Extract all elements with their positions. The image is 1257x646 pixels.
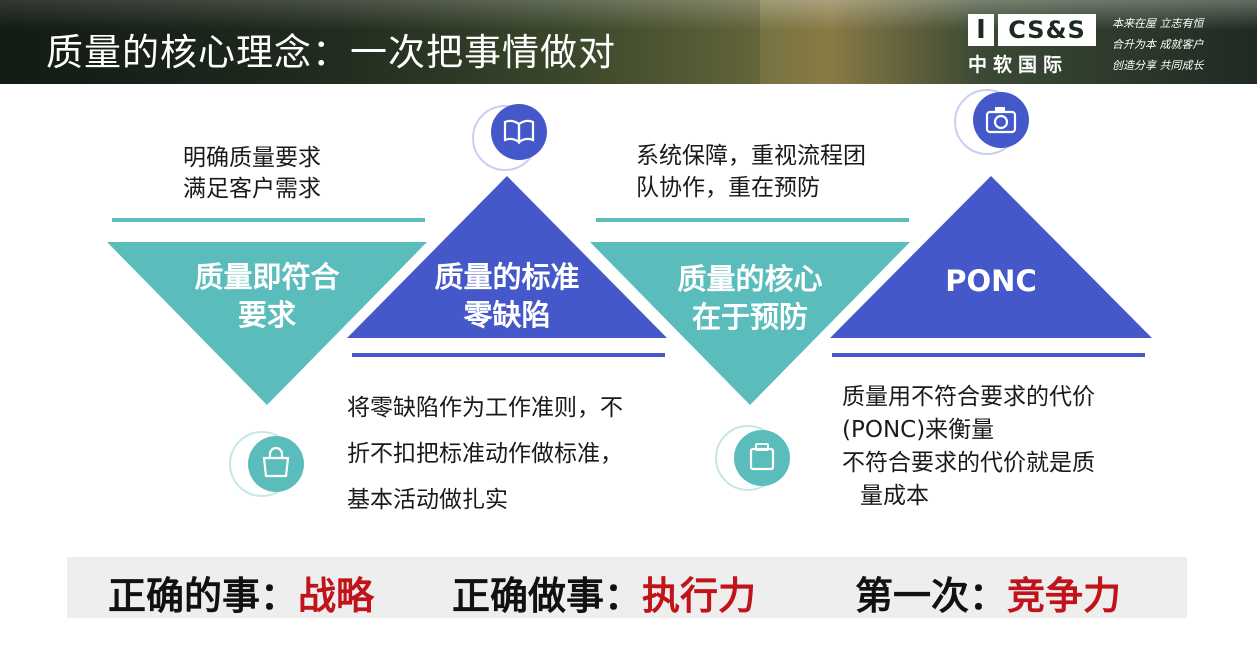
book-icon [472, 104, 547, 171]
triangle-label-stage-4: PONC [945, 264, 1037, 298]
slogan-strategy: 正确的事：战略 [108, 574, 375, 618]
triangle-label-stage-2: 质量的标准 零缺陷 [434, 260, 580, 332]
note-stage-3: 系统保障，重视流程团 队协作，重在预防 [636, 143, 866, 201]
triangle-label-stage-1: 质量即符合 要求 [194, 260, 340, 332]
slogan-competitiveness: 第一次：竞争力 [855, 574, 1122, 618]
separator-line-stage-2 [352, 353, 665, 357]
note-stage-1: 明确质量要求 满足客户需求 [183, 145, 321, 202]
note-stage-2: 将零缺陷作为工作准则，不 折不扣把标准动作做标准， 基本活动做扎实 [347, 395, 623, 513]
separator-line-stage-1 [112, 218, 425, 222]
clipboard-icon [715, 425, 790, 491]
separator-line-stage-4 [832, 353, 1145, 357]
camera-icon [954, 89, 1029, 155]
separator-line-stage-3 [596, 218, 909, 222]
triangle-label-stage-3: 质量的核心 在于预防 [677, 262, 823, 334]
note-stage-4: 质量用不符合要求的代价 (PONC)来衡量 不符合要求的代价就是质 量成本 [842, 384, 1095, 509]
slogan-execution: 正确做事：执行力 [452, 574, 757, 618]
shopping-bag-icon [229, 431, 304, 497]
